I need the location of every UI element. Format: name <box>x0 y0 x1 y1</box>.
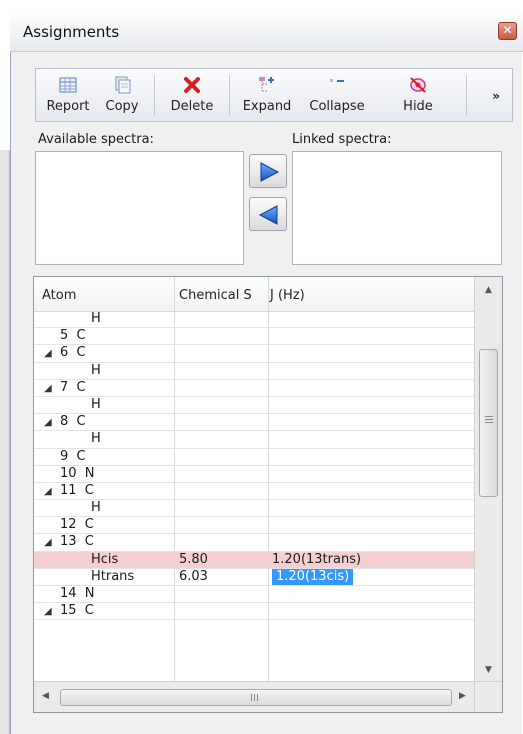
table-row[interactable]: 5 C <box>34 328 474 346</box>
report-label: Report <box>46 99 90 114</box>
assignments-grid[interactable]: Atom Chemical S J (Hz) H 5 C ◢ 6 C H ◢ 7 C H ◢ 8 … <box>33 276 503 713</box>
table-row[interactable]: Htrans 6.03 1.20(13cis) <box>34 568 474 586</box>
expand-triangle-icon[interactable]: ◢ <box>44 346 52 362</box>
vertical-scrollbar[interactable]: ▲ ▼ <box>474 277 502 681</box>
chemical-shift-cell[interactable]: 5.80 <box>179 552 208 568</box>
atom-cell: H <box>91 311 101 326</box>
table-row[interactable]: ◢ 15 C <box>34 603 474 621</box>
toolbar-separator <box>466 75 467 115</box>
collapse-label: Collapse <box>309 99 365 114</box>
table-row[interactable]: 12 C <box>34 517 474 535</box>
table-row[interactable]: ◢ 8 C <box>34 414 474 432</box>
atom-cell: 9 C <box>60 448 86 464</box>
atom-cell: 6 C <box>60 345 86 361</box>
atom-cell: 10 N <box>60 465 95 481</box>
expand-triangle-icon[interactable]: ◢ <box>44 535 52 551</box>
arrow-left-icon <box>258 205 278 225</box>
atom-cell: 14 N <box>60 586 95 601</box>
report-button[interactable]: Report <box>40 69 96 121</box>
collapse-tree-icon <box>330 79 344 82</box>
toolbar-overflow-button[interactable]: » <box>492 89 500 103</box>
hide-icon <box>410 77 426 93</box>
toolbar-separator <box>229 75 230 115</box>
arrow-right-icon <box>260 162 280 182</box>
hide-button[interactable]: Hide <box>396 69 440 121</box>
table-row[interactable]: 9 C <box>34 449 474 466</box>
horizontal-scrollbar[interactable]: ◀ ▶ <box>34 681 474 712</box>
available-spectra-list[interactable] <box>35 151 244 265</box>
table-row[interactable]: H <box>34 500 474 518</box>
expand-button[interactable]: Expand <box>234 69 300 121</box>
expand-triangle-icon[interactable]: ◢ <box>44 604 52 620</box>
horizontal-scroll-thumb[interactable] <box>60 689 452 706</box>
column-header-chemical-shift[interactable]: Chemical S <box>179 288 252 303</box>
coupling-cell[interactable]: 1.20(13trans) <box>272 552 361 568</box>
toolbar-separator <box>154 75 155 115</box>
table-row[interactable]: H <box>34 363 474 380</box>
table-row[interactable]: ◢ 13 C <box>34 534 474 552</box>
scroll-up-arrow-icon[interactable]: ▲ <box>485 285 492 295</box>
atom-cell: H <box>91 362 101 378</box>
table-row[interactable]: H <box>34 431 474 449</box>
table-row[interactable]: H <box>34 311 474 329</box>
grid-rows: H5 C ◢ 6 C H ◢ 7 C H ◢ 8 CH9 C 10 N ◢ 11 C H 12 C ◢ 13 … <box>34 311 474 621</box>
expand-triangle-icon[interactable]: ◢ <box>44 484 52 500</box>
atom-cell: 15 C <box>60 603 94 619</box>
chemical-shift-cell[interactable]: 6.03 <box>179 569 208 585</box>
atom-cell: 11 C <box>60 482 94 498</box>
scroll-right-arrow-icon[interactable]: ▶ <box>459 691 466 701</box>
report-icon <box>59 77 77 93</box>
atom-cell: 7 C <box>60 379 86 395</box>
atom-cell: Htrans <box>91 568 135 584</box>
atom-cell: H <box>91 431 101 447</box>
available-spectra-label: Available spectra: <box>38 132 154 147</box>
atom-cell: 12 C <box>60 517 94 533</box>
copy-button[interactable]: Copy <box>98 69 146 121</box>
delete-button[interactable]: Delete <box>162 69 222 121</box>
column-header-j[interactable]: J (Hz) <box>270 288 305 303</box>
vertical-scroll-thumb[interactable] <box>479 349 498 497</box>
atom-cell: H <box>91 396 101 412</box>
close-icon: ✕ <box>502 23 513 37</box>
atom-cell: 5 C <box>60 328 86 344</box>
scroll-left-arrow-icon[interactable]: ◀ <box>42 691 49 701</box>
linked-spectra-label: Linked spectra: <box>292 132 392 147</box>
atom-cell: 8 C <box>60 414 86 430</box>
grid-header: Atom Chemical S J (Hz) <box>34 277 474 312</box>
atom-cell: 13 C <box>60 534 94 550</box>
table-row[interactable]: ◢ 11 C <box>34 482 474 501</box>
toolbar: Report Copy Delete Expand Collapse Hide … <box>35 68 513 122</box>
expand-tree-icon <box>259 77 274 92</box>
table-row[interactable]: Hcis 5.80 1.20(13trans) <box>34 551 474 569</box>
expand-triangle-icon[interactable]: ◢ <box>44 381 52 397</box>
coupling-cell[interactable]: 1.20(13cis) <box>272 568 354 585</box>
window-title: Assignments <box>23 23 120 41</box>
close-button[interactable]: ✕ <box>498 22 517 40</box>
title-bar: Assignments ✕ <box>10 14 523 52</box>
copy-label: Copy <box>105 99 139 114</box>
collapse-button[interactable]: Collapse <box>302 69 372 121</box>
table-row[interactable]: ◢ 7 C <box>34 380 474 397</box>
expand-triangle-icon[interactable]: ◢ <box>44 415 52 431</box>
copy-icon <box>115 76 131 94</box>
table-row[interactable]: 10 N <box>34 466 474 483</box>
atom-cell: H <box>91 500 101 516</box>
link-spectrum-button[interactable] <box>249 154 287 188</box>
table-row[interactable]: ◢ 6 C <box>34 345 474 363</box>
column-header-atom[interactable]: Atom <box>42 288 76 303</box>
atom-cell: Hcis <box>91 551 119 567</box>
scroll-down-arrow-icon[interactable]: ▼ <box>485 665 492 675</box>
table-row[interactable]: H <box>34 396 474 415</box>
table-row[interactable]: 14 N <box>34 586 474 604</box>
linked-spectra-list[interactable] <box>292 151 502 265</box>
delete-icon <box>184 77 200 93</box>
scroll-corner <box>474 681 502 712</box>
hide-label: Hide <box>403 99 433 114</box>
expand-label: Expand <box>242 99 292 114</box>
unlink-spectrum-button[interactable] <box>249 197 287 231</box>
delete-label: Delete <box>170 99 214 114</box>
left-edge-strip <box>0 150 10 734</box>
